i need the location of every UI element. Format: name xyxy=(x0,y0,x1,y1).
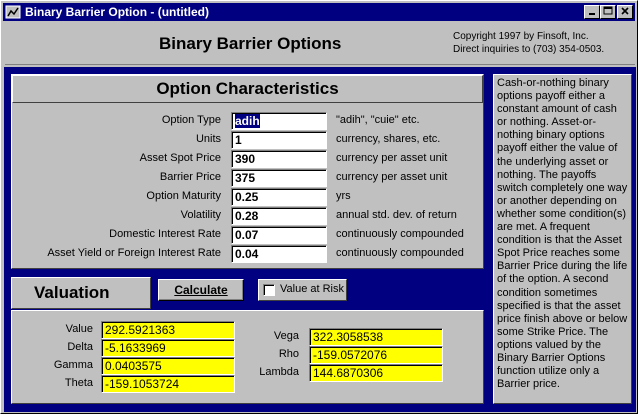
field-unit: currency per asset unit xyxy=(336,152,448,164)
output-label: Vega xyxy=(273,330,299,342)
copyright-line: Copyright 1997 by Finsoft, Inc. xyxy=(453,31,589,42)
maximize-icon xyxy=(603,6,613,15)
field-unit: yrs xyxy=(336,190,351,202)
input-value: adih xyxy=(235,114,260,128)
description-text: Cash-or-nothing binary options payoff ei… xyxy=(493,74,632,404)
output-label: Theta xyxy=(64,377,93,389)
copyright-notice: Copyright 1997 by Finsoft, Inc. Direct i… xyxy=(453,30,604,56)
minimize-icon xyxy=(589,13,595,15)
value-at-risk-label: Value at Risk xyxy=(280,283,344,295)
application-window: Binary Barrier Option - (untitled) Binar… xyxy=(0,0,638,414)
input-field[interactable]: 1 xyxy=(231,131,327,149)
input-field[interactable]: 0.04 xyxy=(231,245,327,263)
output-value: -159.0572076 xyxy=(309,346,443,364)
field-unit: annual std. dev. of return xyxy=(336,209,457,221)
input-value: 0.04 xyxy=(235,247,259,261)
output-value: 0.0403575 xyxy=(101,357,235,375)
field-label: Volatility xyxy=(180,209,221,221)
calculate-button-label: Calculate xyxy=(174,283,228,297)
field-label: Units xyxy=(195,133,221,145)
input-value: 1 xyxy=(235,133,242,147)
field-label: Asset Yield or Foreign Interest Rate xyxy=(47,247,221,259)
valuation-title: Valuation xyxy=(11,277,151,309)
calculate-button[interactable]: Calculate xyxy=(158,279,244,301)
field-label: Barrier Price xyxy=(159,171,221,183)
output-value: 144.6870306 xyxy=(309,364,443,382)
output-label: Value xyxy=(65,323,93,335)
input-field[interactable]: 375 xyxy=(231,169,327,187)
input-value: 0.07 xyxy=(235,228,259,242)
close-button[interactable] xyxy=(617,5,633,19)
app-title: Binary Barrier Options xyxy=(159,34,342,53)
minimize-button[interactable] xyxy=(584,5,600,19)
field-label: Option Maturity xyxy=(146,190,221,202)
field-label: Option Type xyxy=(161,114,221,126)
maximize-button[interactable] xyxy=(600,5,616,19)
field-unit: continuously compounded xyxy=(336,228,464,240)
characteristics-title: Option Characteristics xyxy=(12,75,483,103)
input-value: 0.25 xyxy=(235,190,259,204)
value-at-risk-toggle[interactable]: Value at Risk xyxy=(258,279,347,301)
input-value: 0.28 xyxy=(235,209,259,223)
window-title: Binary Barrier Option - (untitled) xyxy=(25,5,210,19)
output-label: Gamma xyxy=(53,359,93,371)
output-value: -159.1053724 xyxy=(101,375,235,393)
field-unit: continuously compounded xyxy=(336,247,464,259)
input-field[interactable]: 0.28 xyxy=(231,207,327,225)
input-value: 375 xyxy=(235,171,256,185)
output-value: 292.5921363 xyxy=(101,321,235,339)
input-field[interactable]: adih xyxy=(231,112,327,130)
field-label: Domestic Interest Rate xyxy=(109,228,221,240)
input-field[interactable]: 0.07 xyxy=(231,226,327,244)
output-value: 322.3058538 xyxy=(309,328,443,346)
input-field[interactable]: 390 xyxy=(231,150,327,168)
field-unit: currency per asset unit xyxy=(336,171,448,183)
app-icon[interactable] xyxy=(5,4,21,20)
output-label: Lambda xyxy=(259,366,299,378)
value-at-risk-checkbox[interactable] xyxy=(263,284,275,296)
field-unit: currency, shares, etc. xyxy=(336,133,441,145)
app-header: Binary Barrier Options Copyright 1997 by… xyxy=(5,23,635,65)
field-unit: "adih", "cuie" etc. xyxy=(336,114,420,126)
title-bar[interactable]: Binary Barrier Option - (untitled) xyxy=(3,3,635,21)
output-label: Delta xyxy=(67,341,93,353)
output-label: Rho xyxy=(278,348,299,360)
inquiries-line: Direct inquiries to (703) 354-0503. xyxy=(453,44,605,55)
close-icon xyxy=(621,7,629,15)
field-label: Asset Spot Price xyxy=(139,152,221,164)
input-field[interactable]: 0.25 xyxy=(231,188,327,206)
output-value: -5.1633969 xyxy=(101,339,235,357)
input-value: 390 xyxy=(235,152,256,166)
